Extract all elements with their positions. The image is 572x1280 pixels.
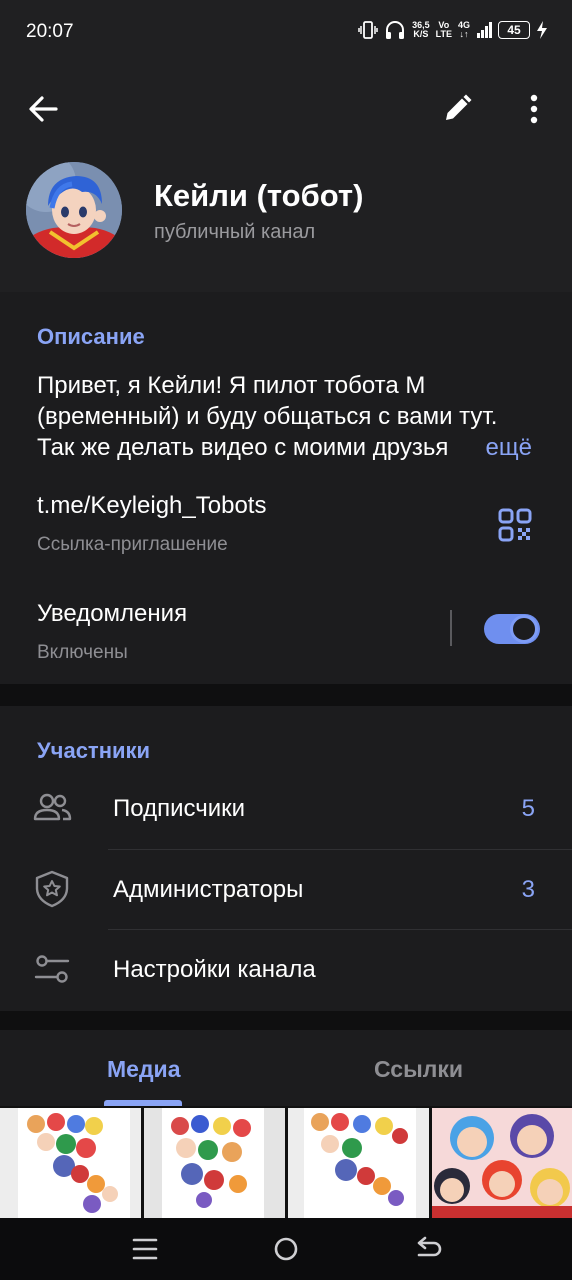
back-nav-icon[interactable] — [414, 1236, 444, 1262]
channel-title: Кейли (тобот) — [154, 178, 364, 213]
subscribers-label: Подписчики — [113, 795, 246, 822]
notifications-divider — [450, 610, 452, 646]
description-more-link[interactable]: ещё — [455, 432, 532, 463]
notifications-label: Уведомления — [37, 600, 188, 627]
headphones-icon — [386, 21, 405, 39]
media-grid — [0, 1106, 572, 1218]
channel-avatar[interactable] — [26, 162, 122, 258]
edit-pencil-icon[interactable] — [440, 92, 474, 126]
signal-icon — [477, 22, 492, 38]
back-arrow-icon[interactable] — [26, 92, 60, 126]
invite-link[interactable]: t.me/Keyleigh_Tobots — [37, 492, 266, 520]
tab-media[interactable]: Медиа — [107, 1056, 180, 1083]
info-section: Описание Привет, я Кейли! Я пилот тобота… — [0, 292, 572, 684]
administrators-label: Администраторы — [113, 876, 304, 903]
invite-link-caption: Ссылка-приглашение — [37, 534, 228, 555]
media-thumbnail[interactable] — [0, 1108, 141, 1218]
volte-indicator: Vo LTE — [435, 20, 452, 39]
media-tabs: Медиа Ссылки — [0, 1030, 572, 1106]
members-label: Участники — [37, 738, 151, 763]
members-section: Участники Подписчики 5 Администраторы 3 … — [0, 706, 572, 1011]
subscribers-count: 5 — [521, 795, 535, 822]
description-label: Описание — [37, 324, 145, 349]
charging-icon — [537, 21, 547, 39]
status-icons: 36,5 K/S Vo LTE 4G ↓↑ 45 — [358, 20, 548, 40]
notifications-toggle[interactable] — [484, 614, 540, 644]
notifications-status: Включены — [37, 642, 128, 663]
home-nav-icon[interactable] — [271, 1236, 301, 1262]
net-speed: 36,5 K/S — [412, 20, 430, 39]
sliders-icon — [34, 955, 70, 983]
admin-shield-icon — [35, 870, 69, 908]
vibrate-icon — [358, 21, 378, 39]
system-nav-bar — [0, 1218, 572, 1280]
toggle-knob — [510, 615, 538, 643]
media-thumbnail[interactable] — [144, 1108, 285, 1218]
channel-header: Кейли (тобот) публичный канал — [0, 64, 572, 292]
channel-settings-label: Настройки канала — [113, 956, 316, 983]
users-icon — [33, 793, 72, 821]
status-time: 20:07 — [26, 21, 74, 42]
channel-type: публичный канал — [154, 221, 316, 243]
tab-links[interactable]: Ссылки — [374, 1056, 463, 1083]
media-thumbnail[interactable] — [432, 1108, 572, 1218]
more-vertical-icon[interactable] — [520, 92, 548, 126]
menu-nav-icon[interactable] — [130, 1236, 160, 1262]
channel-settings-row[interactable]: Настройки канала — [0, 929, 572, 1009]
media-thumbnail[interactable] — [288, 1108, 429, 1218]
network-type: 4G ↓↑ — [457, 20, 470, 39]
administrators-row[interactable]: Администраторы 3 — [0, 849, 572, 929]
status-bar: 20:07 36,5 K/S Vo LTE 4G ↓↑ 45 — [0, 0, 572, 64]
qr-code-icon[interactable] — [498, 508, 532, 542]
administrators-count: 3 — [521, 876, 535, 903]
subscribers-row[interactable]: Подписчики 5 — [0, 768, 572, 848]
battery-indicator: 45 — [498, 21, 530, 39]
